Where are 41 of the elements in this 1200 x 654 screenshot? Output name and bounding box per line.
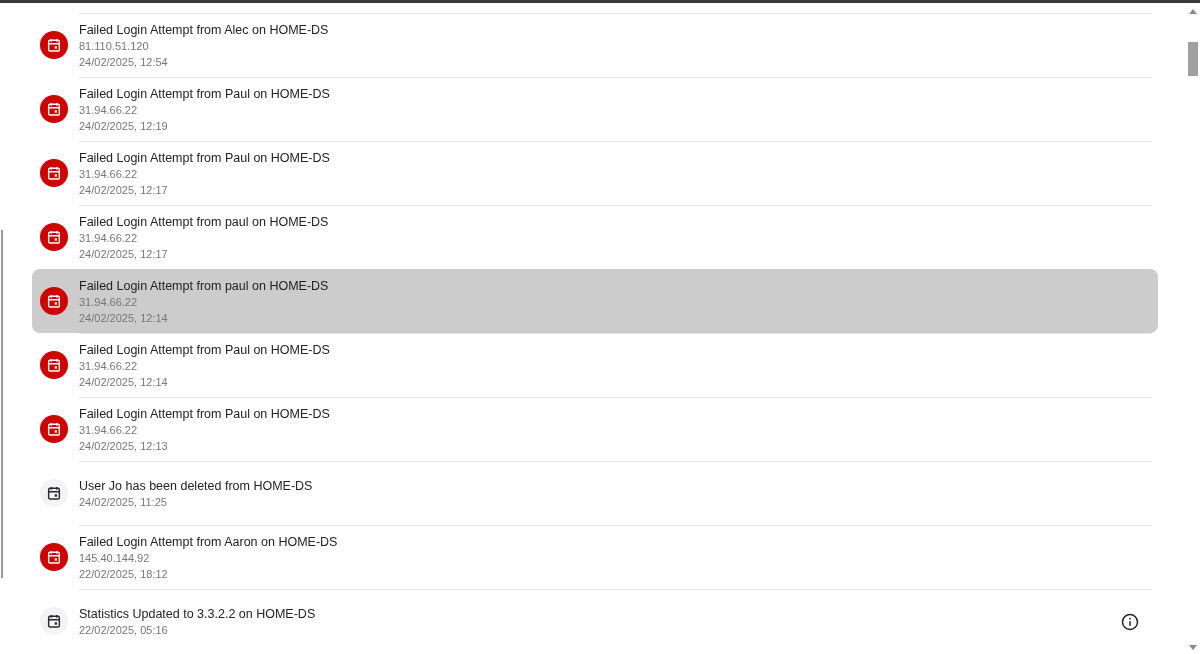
event-ip: 31.94.66.22 [79,294,139,309]
event-ip: 31.94.66.22 [79,422,139,437]
event-row[interactable]: Failed Login Attempt from Aaron on HOME-DS 145.40.144.92 22/02/2025, 18:12 [32,525,1158,589]
event-ip: 145.40.144.92 [79,550,151,565]
event-ip: 31.94.66.22 [79,358,139,373]
event-time: 24/02/2025, 12:14 [79,310,169,325]
scroll-down-icon[interactable] [1189,645,1197,650]
event-title: Failed Login Attempt from Paul on HOME-DS [79,406,331,421]
event-title: Failed Login Attempt from paul on HOME-DS [79,278,330,293]
event-time: 22/02/2025, 05:16 [79,622,169,637]
event-row[interactable]: Failed Login Attempt from Paul on HOME-DS 31.94.66.22 24/02/2025, 12:19 [32,77,1158,141]
event-ip: 31.94.66.22 [79,230,139,245]
event-time: 22/02/2025, 18:12 [79,566,169,581]
event-row[interactable]: Statistics Updated to 3.3.2.2 on HOME-DS 22/02/2025, 05:16 [32,589,1158,653]
event-title: Failed Login Attempt from Paul on HOME-DS [79,150,331,165]
event-title: Statistics Updated to 3.3.2.2 on HOME-DS [79,606,317,621]
scroll-up-icon[interactable] [1189,9,1197,14]
event-time: 24/02/2025, 11:25 [79,494,168,509]
event-ip: 81.110.51.120 [79,38,150,53]
event-time: 24/02/2025, 12:54 [79,54,169,69]
event-time: 24/02/2025, 12:17 [79,246,169,261]
scrollbar-thumb[interactable] [1188,42,1198,76]
event-time: 24/02/2025, 12:17 [79,182,169,197]
event-time: 24/02/2025, 12:19 [79,118,169,133]
event-title: Failed Login Attempt from paul on HOME-DS [79,214,330,229]
event-row[interactable]: Failed Login Attempt from Alec on HOME-DS 81.110.51.120 24/02/2025, 12:54 [32,13,1158,77]
event-row[interactable]: Failed Login Attempt from Paul on HOME-DS 31.94.66.22 24/02/2025, 12:14 [32,333,1158,397]
event-title: Failed Login Attempt from Paul on HOME-DS [79,342,331,357]
event-time: 24/02/2025, 12:14 [79,374,169,389]
event-row[interactable]: Failed Login Attempt from Paul on HOME-DS 31.94.66.22 24/02/2025, 12:13 [32,397,1158,461]
event-row[interactable]: Failed Login Attempt from Paul on HOME-DS 31.94.66.22 24/02/2025, 12:17 [32,141,1158,205]
event-title: Failed Login Attempt from Alec on HOME-DS [79,22,330,37]
event-ip: 31.94.66.22 [79,102,139,117]
event-time: 24/02/2025, 12:13 [79,438,169,453]
event-title: Failed Login Attempt from Paul on HOME-DS [79,86,331,101]
event-title: User Jo has been deleted from HOME-DS [79,478,314,493]
info-button[interactable] [1120,611,1140,632]
event-title: Failed Login Attempt from Aaron on HOME-DS [79,534,339,549]
event-row[interactable]: User Jo has been deleted from HOME-DS 24/02/2025, 11:25 [32,461,1158,525]
event-row[interactable]: Failed Login Attempt from paul on HOME-DS 31.94.66.22 24/02/2025, 12:14 [32,269,1158,333]
event-ip: 31.94.66.22 [79,166,139,181]
